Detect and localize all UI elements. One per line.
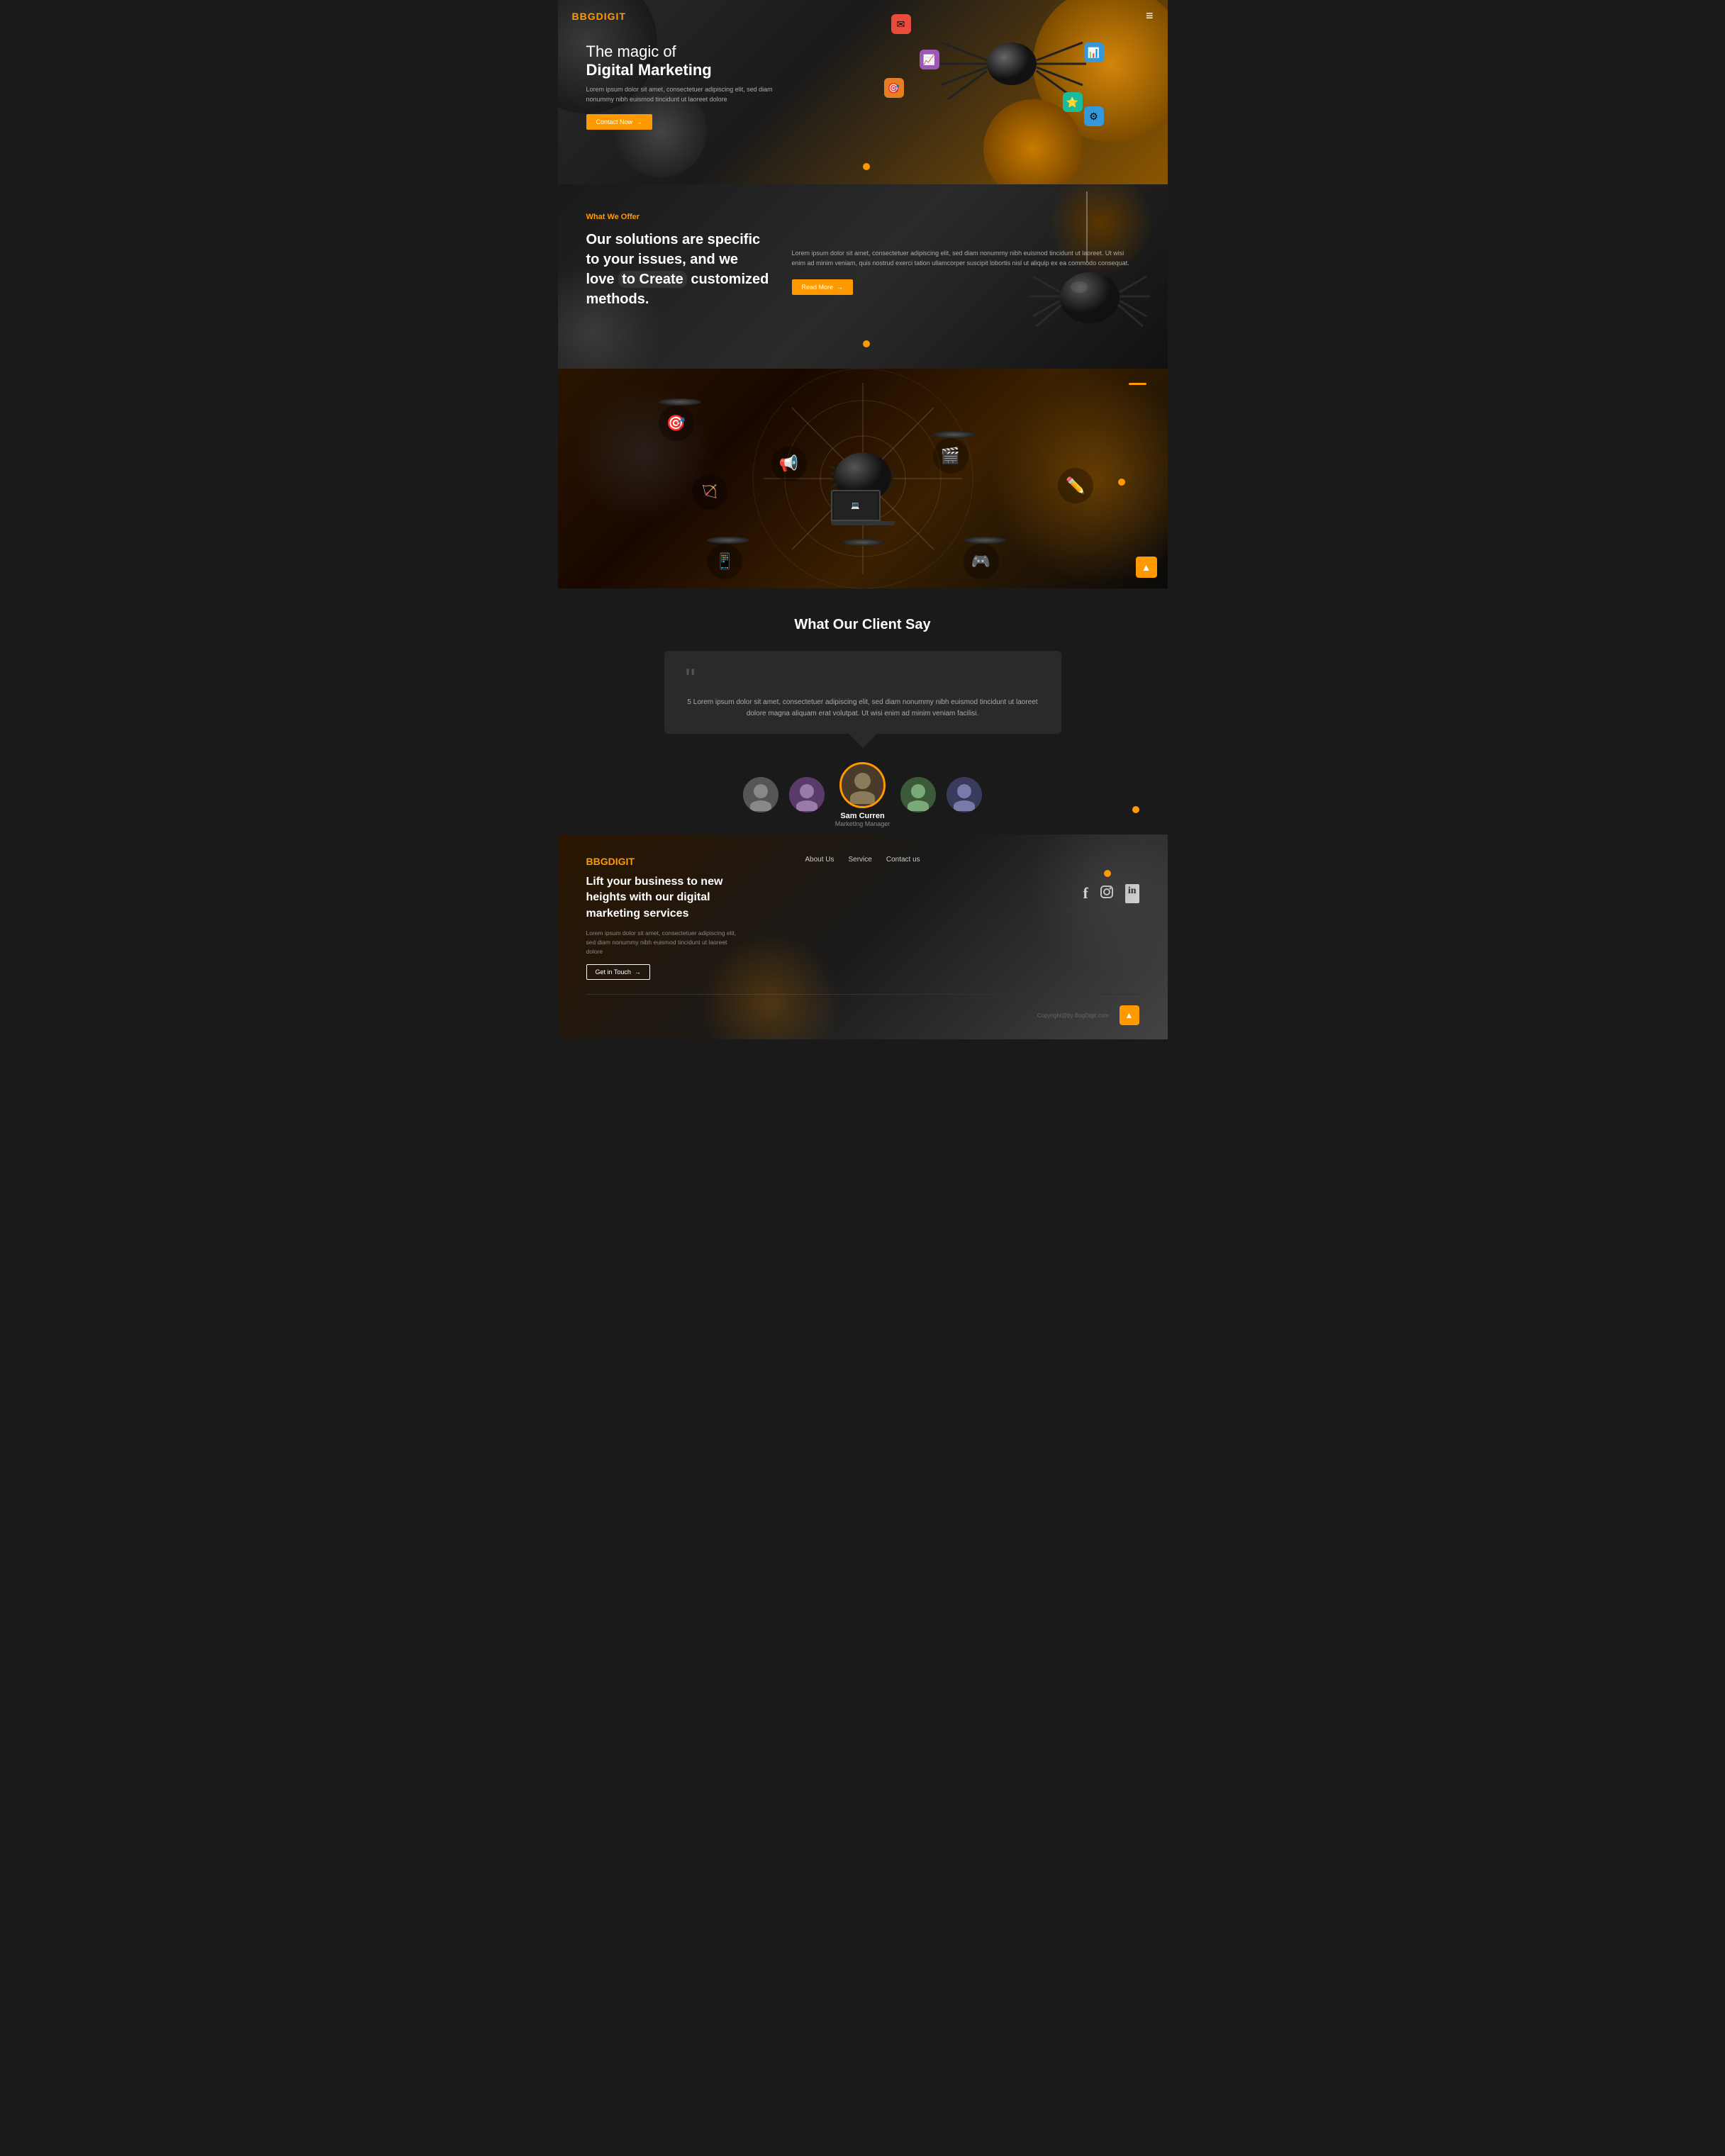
web-icon-phone: 📱 bbox=[707, 537, 749, 544]
hero-icon-chart: 📊 bbox=[1084, 43, 1104, 62]
avatar-5[interactable] bbox=[947, 777, 982, 812]
testimonial-text: 5 Lorem ipsum dolor sit amet, consectetu… bbox=[686, 697, 1040, 720]
hero-cta-label: Contact Now bbox=[596, 118, 633, 125]
scroll-top-button-footer[interactable]: ▲ bbox=[1120, 1005, 1139, 1025]
footer-logo: BBGDIGIT bbox=[586, 856, 742, 867]
hero-icon-star: ⭐ bbox=[1063, 92, 1083, 112]
footer-copyright: Copyright@by BugDigit.com bbox=[1037, 1012, 1109, 1019]
offer-read-more-arrow: → bbox=[837, 284, 843, 291]
offer-title-highlight: to Create bbox=[618, 271, 687, 288]
quote-mark: " bbox=[686, 665, 1040, 693]
hero-icon-settings: ⚙ bbox=[1084, 106, 1104, 126]
offer-title: Our solutions are specific to your issue… bbox=[586, 230, 771, 309]
hero-title-line2: Digital Marketing bbox=[586, 61, 785, 79]
social-linkedin[interactable]: in bbox=[1125, 884, 1139, 903]
offer-right-content: Lorem ipsum dolor sit amet, consectetuer… bbox=[792, 213, 1139, 340]
footer-section: BBGDIGIT Lift your business to new heigh… bbox=[558, 834, 1168, 1039]
hero-cta-button[interactable]: Contact Now → bbox=[586, 114, 653, 130]
footer-description: Lorem ipsum dolor sit amet, consectetuer… bbox=[586, 929, 742, 956]
footer-top: BBGDIGIT Lift your business to new heigh… bbox=[586, 856, 1139, 980]
avatar-2[interactable] bbox=[789, 777, 825, 812]
avatar-4[interactable] bbox=[900, 777, 936, 812]
testimonial-dot-indicator bbox=[1132, 806, 1139, 813]
offer-dot-indicator bbox=[863, 340, 870, 347]
hero-spider-illustration: ✉ 📊 🎯 ⭐ 📈 ⚙ bbox=[884, 7, 1111, 177]
web-dot-indicator bbox=[1118, 479, 1125, 486]
hero-icon-target: 🎯 bbox=[884, 78, 904, 98]
footer-nav-contact[interactable]: Contact us bbox=[886, 856, 920, 864]
footer-left: BBGDIGIT Lift your business to new heigh… bbox=[586, 856, 742, 980]
offer-read-more-label: Read More bbox=[802, 284, 834, 291]
hamburger-menu[interactable]: ≡ bbox=[1146, 9, 1154, 23]
footer-dot-indicator bbox=[1104, 870, 1111, 877]
hero-cta-arrow: → bbox=[636, 118, 642, 125]
testimonials-title: What Our Client Say bbox=[572, 617, 1154, 633]
active-avatar-container: Sam Curren Marketing Manager bbox=[835, 762, 891, 827]
web-icon-target: 🎯 bbox=[659, 398, 701, 406]
avatars-row: Sam Curren Marketing Manager bbox=[572, 762, 1154, 827]
social-instagram[interactable] bbox=[1099, 884, 1115, 903]
hero-description: Lorem ipsum dolor sit amet, consectetuer… bbox=[586, 85, 785, 104]
footer-logo-accent: B bbox=[586, 856, 593, 867]
testimonials-section: What Our Client Say " 5 Lorem ipsum dolo… bbox=[558, 588, 1168, 834]
web-icon-film: 🎬 bbox=[933, 431, 976, 438]
footer-cta-label: Get in Touch bbox=[596, 968, 631, 976]
footer-bottom: Copyright@by BugDigit.com ▲ bbox=[586, 994, 1139, 1025]
social-icons: f in bbox=[1083, 884, 1139, 903]
footer-cta-button[interactable]: Get in Touch → bbox=[586, 964, 650, 980]
logo: BBGDIGIT bbox=[572, 11, 626, 22]
hero-icon-graph: 📈 bbox=[920, 50, 939, 69]
active-client-role: Marketing Manager bbox=[835, 820, 891, 827]
web-pedestal-center bbox=[842, 539, 884, 546]
offer-description: Lorem ipsum dolor sit amet, consectetuer… bbox=[792, 248, 1139, 269]
logo-text: B bbox=[572, 11, 580, 22]
active-avatar[interactable] bbox=[839, 762, 886, 808]
avatar-1[interactable] bbox=[743, 777, 778, 812]
footer-cta-arrow: → bbox=[635, 968, 641, 976]
hero-section: BBGDIGIT ≡ The magic of Digital Marketin… bbox=[558, 0, 1168, 184]
active-client-name: Sam Curren bbox=[835, 812, 891, 820]
footer-nav-service[interactable]: Service bbox=[848, 856, 871, 864]
hero-title-line1: The magic of bbox=[586, 43, 785, 61]
web-laptop-icon: 💻 bbox=[831, 490, 895, 525]
services-web-section: 💻 🎯 📢 🎬 ✏️ 📱 🎮 🏹 ▲ bbox=[558, 369, 1168, 588]
footer-nav-about[interactable]: About Us bbox=[805, 856, 834, 864]
offer-section: What We Offer Our solutions are specific… bbox=[558, 184, 1168, 369]
hero-nav: BBGDIGIT ≡ bbox=[558, 0, 1168, 32]
social-facebook[interactable]: f bbox=[1083, 884, 1088, 903]
testimonial-card: " 5 Lorem ipsum dolor sit amet, consecte… bbox=[664, 651, 1061, 734]
hero-content: The magic of Digital Marketing Lorem ips… bbox=[586, 43, 785, 130]
hero-dot-indicator bbox=[863, 163, 870, 170]
offer-section-label: What We Offer bbox=[586, 213, 771, 221]
scroll-top-button-web[interactable]: ▲ bbox=[1136, 557, 1157, 578]
web-accent-line bbox=[1129, 383, 1146, 385]
footer-tagline: Lift your business to new heights with o… bbox=[586, 874, 742, 922]
active-client-info: Sam Curren Marketing Manager bbox=[835, 812, 891, 827]
card-arrow bbox=[849, 734, 877, 748]
offer-read-more-button[interactable]: Read More → bbox=[792, 279, 854, 295]
web-icon-gamepad: 🎮 bbox=[964, 537, 1006, 544]
offer-left-content: What We Offer Our solutions are specific… bbox=[586, 213, 771, 340]
footer-nav: About Us Service Contact us bbox=[805, 856, 920, 864]
footer-right: f in bbox=[1083, 856, 1139, 903]
